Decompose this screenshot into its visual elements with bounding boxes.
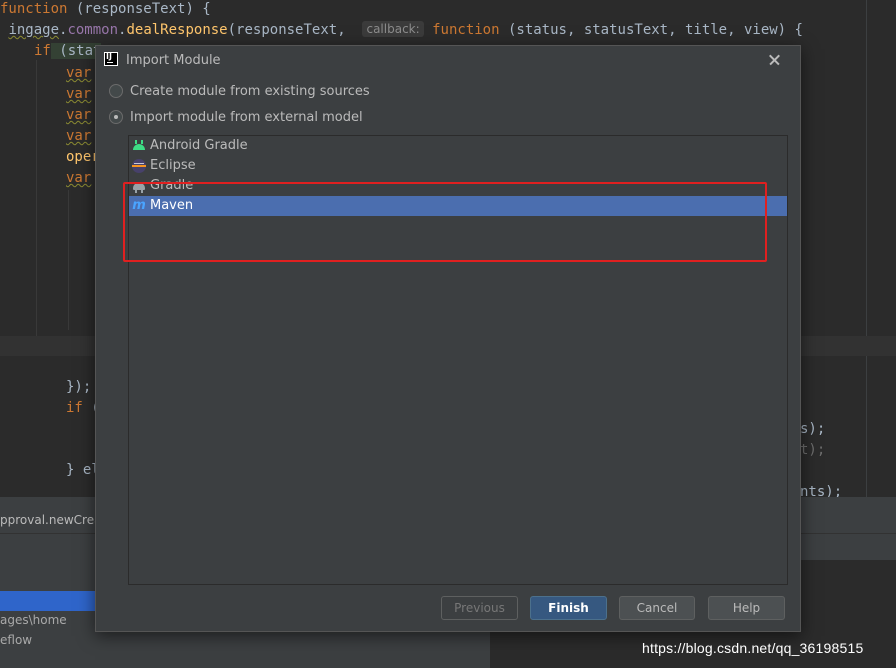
import-module-dialog: Import Module Create module from existin… [95, 45, 801, 632]
code-line: if (stat [34, 43, 102, 59]
list-item-android-gradle[interactable]: Android Gradle [129, 136, 787, 156]
breadcrumb[interactable]: pproval.newCrea [0, 507, 101, 533]
tree-selected-row[interactable] [0, 591, 96, 611]
radio-label: Create module from existing sources [130, 84, 370, 99]
radio-label: Import module from external model [130, 110, 363, 125]
previous-button[interactable]: Previous [441, 596, 518, 620]
dialog-titlebar[interactable]: Import Module [96, 46, 800, 74]
help-button[interactable]: Help [708, 596, 785, 620]
finish-button[interactable]: Finish [530, 596, 607, 620]
cancel-button[interactable]: Cancel [619, 596, 695, 620]
code-line: var [66, 86, 92, 102]
code-line: ingage.common.dealResponse(responseText,… [8, 21, 803, 38]
code-line: var [66, 170, 92, 186]
tree-item[interactable]: eflow [0, 630, 32, 650]
android-icon [132, 139, 146, 153]
list-item-label: Eclipse [150, 158, 196, 173]
list-item-label: Android Gradle [150, 138, 248, 153]
list-item-label: Gradle [150, 178, 194, 193]
eclipse-icon [132, 159, 146, 173]
list-item-gradle[interactable]: Gradle [129, 176, 787, 196]
external-model-list[interactable]: Android Gradle Eclipse Gradle m Maven [128, 135, 788, 585]
code-line: t); [800, 442, 826, 458]
list-item-eclipse[interactable]: Eclipse [129, 156, 787, 176]
csdn-watermark: https://blog.csdn.net/qq_36198515 [642, 640, 864, 656]
tree-item[interactable]: ages\home [0, 610, 67, 630]
code-line: var [66, 128, 92, 144]
close-icon[interactable] [766, 51, 784, 69]
list-item-label: Maven [150, 198, 194, 213]
code-line: s); [800, 421, 826, 437]
code-line: var [66, 107, 92, 123]
maven-icon: m [132, 198, 146, 213]
intellij-app-icon [104, 52, 118, 66]
radio-button[interactable] [109, 84, 123, 98]
code-line: }); [66, 379, 92, 395]
gradle-icon [132, 179, 146, 193]
code-line: var [66, 65, 92, 81]
dialog-title: Import Module [126, 53, 221, 68]
list-item-maven[interactable]: m Maven [129, 196, 787, 216]
parameter-hint: callback: [362, 21, 424, 37]
code-line: function (responseText) { [0, 1, 211, 17]
radio-button-checked[interactable] [109, 110, 123, 124]
